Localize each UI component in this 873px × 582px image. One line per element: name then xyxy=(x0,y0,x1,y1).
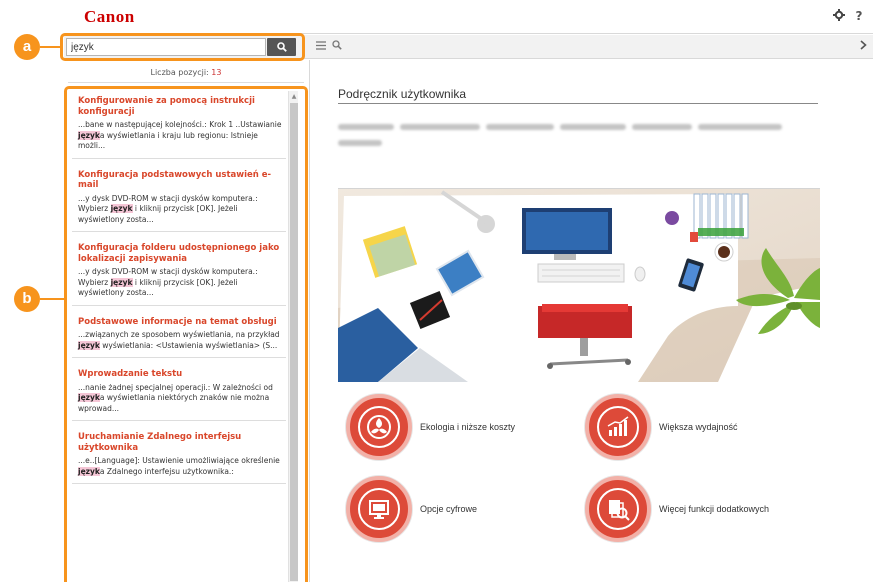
search-result-title[interactable]: Konfiguracja folderu udostępnionego jako… xyxy=(78,243,282,264)
divider xyxy=(68,82,304,83)
scrollbar-thumb[interactable] xyxy=(290,103,298,581)
gear-icon[interactable] xyxy=(833,9,845,23)
snippet-text: a wyświetlania i kraju lub regionu: Istn… xyxy=(78,130,258,151)
search-result-item[interactable]: Konfigurowanie za pomocą instrukcji konf… xyxy=(72,93,286,159)
search-result-item[interactable]: Konfiguracja podstawowych ustawień e-mai… xyxy=(72,167,286,232)
callout-b-leader xyxy=(40,298,66,300)
snippet-text: wyświetlania: <Ustawienia wyświetlania> … xyxy=(99,340,278,350)
pane-divider xyxy=(309,60,310,582)
search-results-list: Konfigurowanie za pomocą instrukcji konf… xyxy=(72,93,286,492)
results-scrollbar[interactable]: ▲ xyxy=(288,91,298,582)
search-result-title[interactable]: Podstawowe informacje na temat obsługi xyxy=(78,317,282,328)
snippet-text: a wyświetlania niektórych znaków nie moż… xyxy=(78,393,270,413)
search-highlight-frame xyxy=(60,33,305,61)
keyword-highlight: język xyxy=(78,130,100,140)
search-result-snippet: ...bane w następującej kolejności.: Krok… xyxy=(78,120,282,152)
callout-b: b xyxy=(14,286,40,312)
results-count-label: Liczba pozycji: xyxy=(150,68,209,77)
tile-digital-circle xyxy=(346,476,412,542)
list-icon[interactable] xyxy=(316,40,326,53)
search-result-title[interactable]: Uruchamianie Zdalnego interfejsu użytkow… xyxy=(78,432,282,453)
search-result-snippet: ...związanych ze sposobem wyświetlania, … xyxy=(78,330,282,351)
search-icon[interactable] xyxy=(332,40,342,53)
search-result-item[interactable]: Uruchamianie Zdalnego interfejsu użytkow… xyxy=(72,429,286,484)
chevron-right-icon[interactable] xyxy=(860,39,867,53)
search-result-title[interactable]: Konfigurowanie za pomocą instrukcji konf… xyxy=(78,96,282,117)
help-icon[interactable]: ? xyxy=(853,9,865,23)
keyword-highlight: język xyxy=(78,466,100,476)
tile-more-circle xyxy=(585,476,651,542)
search-result-title[interactable]: Wprowadzanie tekstu xyxy=(78,369,282,380)
tile-productivity[interactable]: Większa wydajność xyxy=(585,394,738,460)
keyword-highlight: język xyxy=(78,340,100,350)
results-count-value: 13 xyxy=(211,68,222,77)
snippet-text: ...nanie żadnej specjalnej operacji.: W … xyxy=(78,382,273,392)
tile-digital-options[interactable]: Opcje cyfrowe xyxy=(346,476,477,542)
callout-a-leader xyxy=(40,46,62,48)
keyword-highlight: język xyxy=(110,277,133,287)
tile-more-features[interactable]: Więcej funkcji dodatkowych xyxy=(585,476,769,542)
leaf-icon xyxy=(358,406,400,448)
monitor-icon xyxy=(358,488,400,530)
keyword-highlight: język xyxy=(78,393,100,402)
search-result-item[interactable]: Wprowadzanie tekstu ...nanie żadnej specj… xyxy=(72,366,286,421)
search-result-title[interactable]: Konfiguracja podstawowych ustawień e-mai… xyxy=(78,170,282,191)
tile-ecology[interactable]: Ekologia i niższe koszty xyxy=(346,394,515,460)
hero-illustration xyxy=(338,187,820,382)
top-bar: Canon ? xyxy=(64,0,873,34)
callout-a: a xyxy=(14,34,40,60)
documents-magnifier-icon xyxy=(597,488,639,530)
search-result-item[interactable]: Podstawowe informacje na temat obsługi..… xyxy=(72,314,286,358)
search-result-snippet: ...e..[Language]: Ustawienie umożliwiają… xyxy=(78,456,282,477)
search-result-snippet: ...y dysk DVD-ROM w stacji dysków komput… xyxy=(78,194,282,226)
header-tools: ? xyxy=(833,9,865,23)
results-count: Liczba pozycji: 13 xyxy=(66,68,306,77)
snippet-text: ...związanych ze sposobem wyświetlania, … xyxy=(78,330,280,339)
tile-digital-label: Opcje cyfrowe xyxy=(420,504,478,514)
scroll-up-arrow-icon[interactable]: ▲ xyxy=(289,93,299,101)
tile-productivity-circle xyxy=(585,394,651,460)
tile-ecology-circle xyxy=(346,394,412,460)
title-divider xyxy=(338,103,818,104)
search-result-snippet: ...y dysk DVD-ROM w stacji dysków komput… xyxy=(78,267,282,299)
tile-productivity-label: Większa wydajność xyxy=(659,422,738,432)
search-result-snippet: ...nanie żadnej specjalnej operacji.: W … xyxy=(78,383,282,415)
tile-more-label: Więcej funkcji dodatkowych xyxy=(659,504,770,514)
snippet-text: ...bane w następującej kolejności.: Krok… xyxy=(78,120,282,129)
tile-ecology-label: Ekologia i niższe koszty xyxy=(420,422,516,432)
snippet-text: a Zdalnego interfejsu użytkownika.: xyxy=(99,466,234,476)
page-title: Podręcznik użytkownika xyxy=(338,87,467,101)
snippet-text: ...e..[Language]: Ustawienie umożliwiają… xyxy=(78,456,280,465)
canon-logo[interactable]: Canon xyxy=(84,7,135,27)
search-result-item[interactable]: Konfiguracja folderu udostępnionego jako… xyxy=(72,240,286,306)
chart-icon xyxy=(597,406,639,448)
keyword-highlight: język xyxy=(110,204,133,213)
